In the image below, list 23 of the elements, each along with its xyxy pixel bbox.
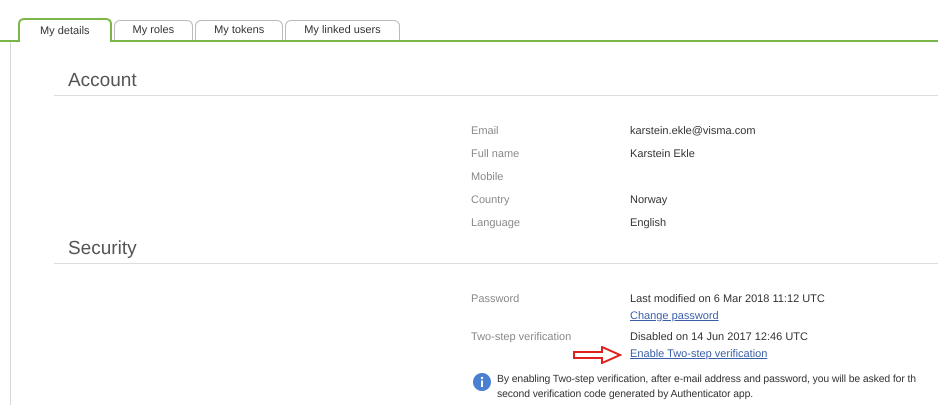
- field-label: Mobile: [471, 170, 504, 185]
- field-value: Karstein Ekle: [630, 147, 695, 162]
- field-value: Last modified on 6 Mar 2018 11:12 UTC: [630, 292, 825, 307]
- info-icon: [473, 373, 491, 391]
- section-heading: Security: [67, 237, 138, 261]
- tab[interactable]: My linked users: [285, 20, 400, 40]
- field-value: English: [630, 216, 666, 231]
- tab[interactable]: My details: [18, 18, 112, 42]
- section-heading: Account: [67, 69, 138, 93]
- field-label: Language: [471, 216, 521, 231]
- link[interactable]: Change password: [630, 310, 719, 322]
- tab[interactable]: My roles: [114, 20, 194, 40]
- field-value: Disabled on 14 Jun 2017 12:46 UTC: [630, 330, 808, 345]
- field-label: Password: [471, 292, 520, 307]
- field-value: Norway: [630, 193, 668, 208]
- field-label: Country: [471, 193, 511, 208]
- link[interactable]: Enable Two-step verification: [630, 348, 768, 360]
- info-text: By enabling Two-step verification, after e-mail address and password, you will be asked for th second verification code generated by Authenticator app.: [497, 373, 916, 402]
- field-value: karstein.ekle@visma.com: [630, 124, 756, 139]
- field-label: Full name: [471, 147, 520, 162]
- field-label: Two-step verification: [471, 330, 572, 345]
- tab[interactable]: My tokens: [195, 20, 284, 40]
- field-label: Email: [471, 124, 500, 139]
